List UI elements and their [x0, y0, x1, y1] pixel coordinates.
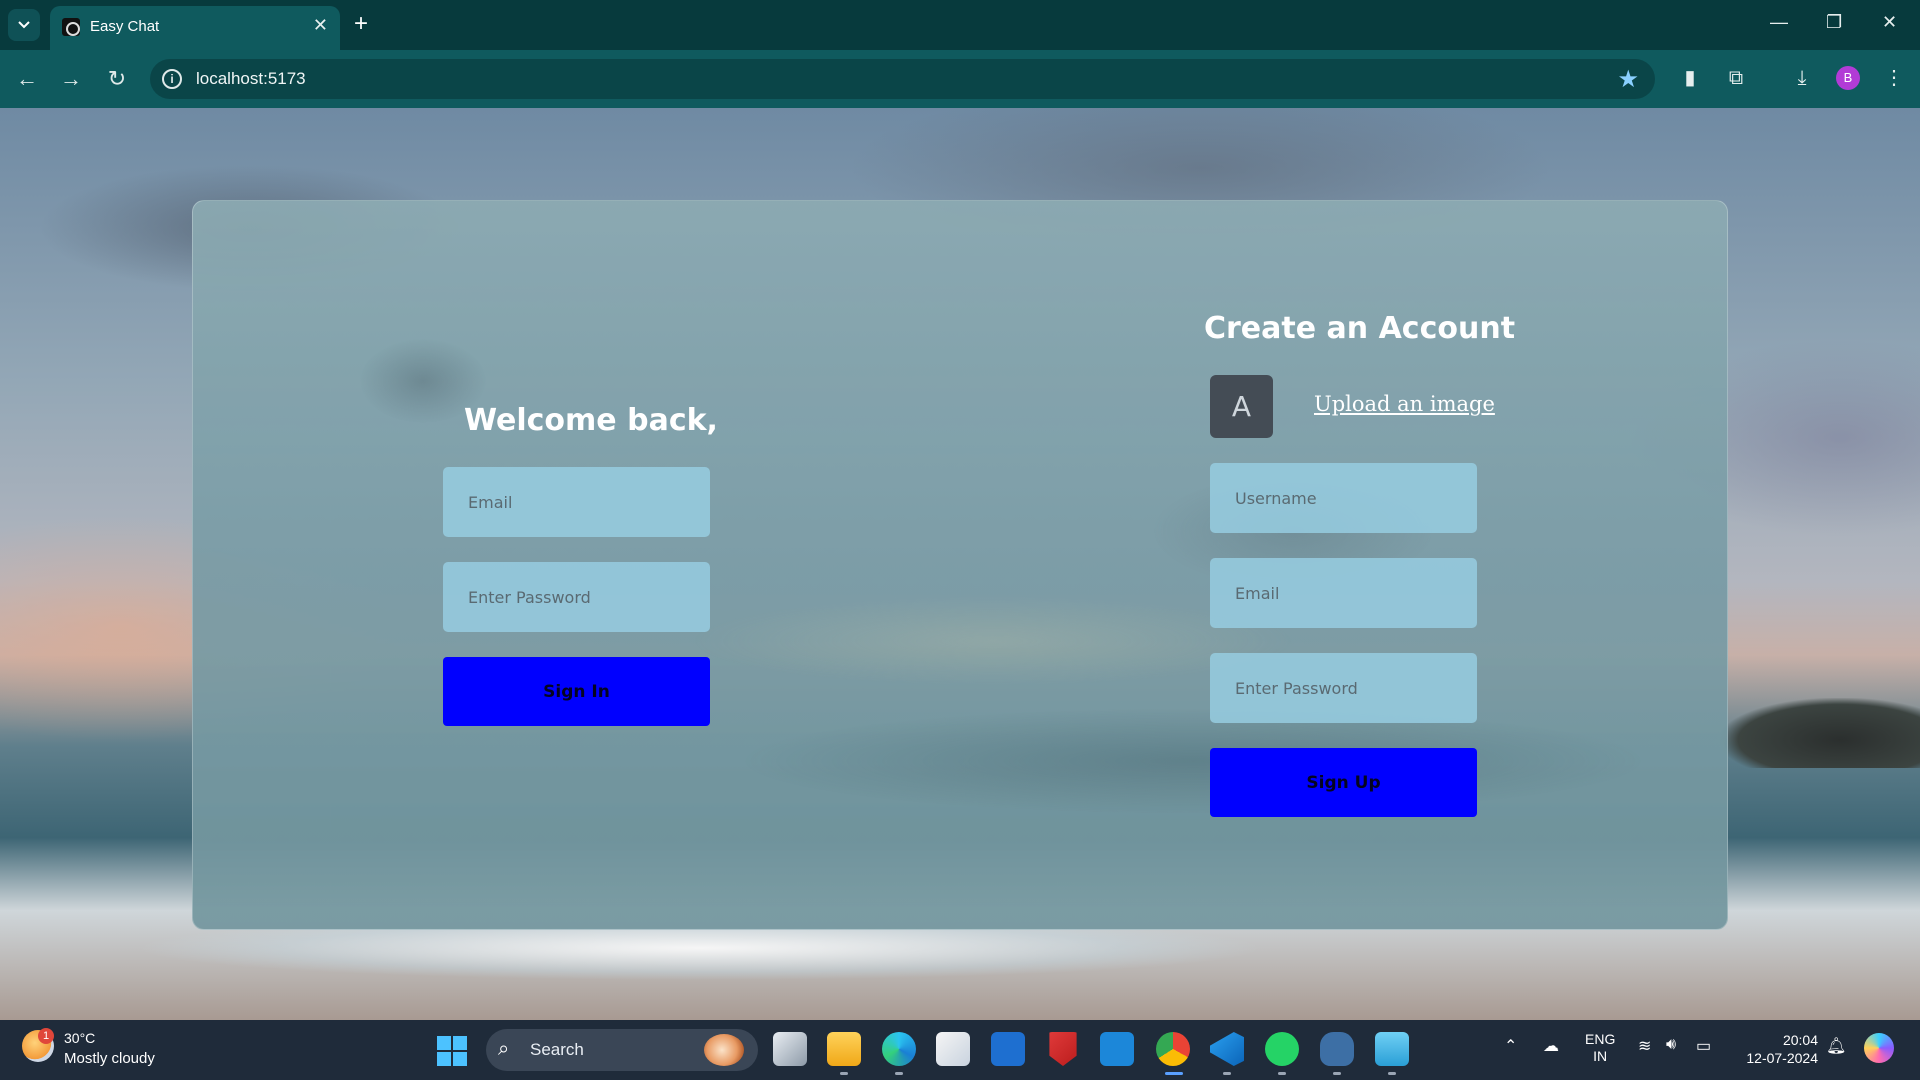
register-password-input[interactable] [1210, 653, 1477, 723]
site-favicon-icon [62, 18, 80, 36]
edge-browser-icon[interactable] [882, 1032, 916, 1066]
login-password-input[interactable] [443, 562, 710, 632]
new-tab-button[interactable]: + [354, 10, 368, 38]
system-clock[interactable]: 20:04 12-07-2024 [1738, 1031, 1818, 1067]
windows-start-icon[interactable] [437, 1036, 467, 1066]
search-highlight-shell-icon [704, 1034, 744, 1066]
postgres-indicator [1333, 1072, 1341, 1075]
show-hidden-icons-chevron-icon[interactable]: ⌃ [1504, 1036, 1517, 1056]
tab-search-button[interactable] [8, 9, 40, 41]
sign-in-button[interactable]: Sign In [443, 657, 710, 726]
reading-list-icon[interactable]: ▮ [1678, 66, 1702, 90]
url-text[interactable]: localhost:5173 [196, 69, 306, 89]
profile-avatar[interactable]: B [1836, 66, 1860, 90]
chevron-down-icon [18, 21, 30, 29]
whatsapp-icon[interactable] [1265, 1032, 1299, 1066]
windows-taskbar: 1 30°C Mostly cloudy ⌕ Search ⌃ ☁ ENG IN… [0, 1020, 1920, 1080]
file-explorer-indicator [840, 1072, 848, 1075]
background-rocks [1720, 698, 1920, 768]
sign-up-button[interactable]: Sign Up [1210, 748, 1477, 817]
battery-icon[interactable]: ▭ [1696, 1036, 1711, 1056]
window-close-icon[interactable]: ✕ [1882, 12, 1897, 33]
weather-description[interactable]: Mostly cloudy [64, 1050, 155, 1067]
menu-kebab-icon[interactable]: ⋮ [1882, 66, 1906, 90]
notification-bell-icon[interactable]: 🔔︎ [1826, 1036, 1846, 1056]
browser-toolbar: ← → ↻ i localhost:5173 ★ ▮ ⧉ ⤓ B ⋮ [0, 50, 1920, 108]
language-indicator[interactable]: ENG IN [1585, 1031, 1615, 1065]
bookmark-star-icon[interactable]: ★ [1617, 65, 1639, 94]
address-bar[interactable]: i localhost:5173 ★ [150, 59, 1655, 99]
weather-temperature[interactable]: 30°C [64, 1030, 95, 1046]
language-region: IN [1593, 1048, 1608, 1064]
copilot-icon[interactable] [1864, 1033, 1894, 1063]
upload-image-link[interactable]: Upload an image [1314, 392, 1495, 416]
register-email-input[interactable] [1210, 558, 1477, 628]
vscode-indicator [1223, 1072, 1231, 1075]
background-waves [0, 928, 1400, 1008]
clock-date: 12-07-2024 [1746, 1050, 1818, 1066]
forward-arrow-icon[interactable]: → [56, 64, 86, 94]
restore-icon[interactable]: ❐ [1826, 12, 1842, 33]
register-heading: Create an Account [1204, 311, 1516, 346]
microsoft-store-icon[interactable] [936, 1032, 970, 1066]
browser-tab-bar: Easy Chat ✕ + — ❐ ✕ [0, 0, 1920, 50]
reload-icon[interactable]: ↻ [102, 64, 132, 94]
clock-time: 20:04 [1782, 1032, 1818, 1048]
taskbar-search-box[interactable]: ⌕ Search [486, 1029, 758, 1071]
task-view-icon[interactable] [773, 1032, 807, 1066]
edge-indicator [895, 1072, 903, 1075]
notepad-indicator [1388, 1072, 1396, 1075]
file-explorer-icon[interactable] [827, 1032, 861, 1066]
taskbar-search-label: Search [530, 1040, 584, 1059]
tab-easy-chat[interactable]: Easy Chat ✕ [50, 6, 340, 50]
whatsapp-indicator [1278, 1072, 1286, 1075]
login-email-input[interactable] [443, 467, 710, 537]
site-info-icon[interactable]: i [162, 69, 182, 89]
close-tab-icon[interactable]: ✕ [313, 15, 328, 36]
postgres-icon[interactable] [1320, 1032, 1354, 1066]
chrome-browser-icon[interactable] [1156, 1032, 1190, 1066]
wifi-icon[interactable]: ≋ [1638, 1036, 1651, 1056]
auth-card: Welcome back, Sign In Create an Account … [192, 200, 1728, 930]
onedrive-cloud-icon[interactable]: ☁ [1543, 1036, 1559, 1056]
minimize-icon[interactable]: — [1770, 12, 1788, 33]
weather-badge: 1 [38, 1028, 54, 1044]
avatar-placeholder: A [1210, 375, 1273, 438]
mcafee-icon[interactable] [1049, 1032, 1077, 1066]
tab-title: Easy Chat [90, 18, 160, 35]
notepad-icon[interactable] [1375, 1032, 1409, 1066]
dell-support-icon[interactable] [1100, 1032, 1134, 1066]
chrome-active-indicator [1165, 1072, 1183, 1075]
vscode-icon[interactable] [1210, 1032, 1244, 1066]
language-code: ENG [1585, 1031, 1616, 1047]
download-icon[interactable]: ⤓ [1790, 66, 1814, 90]
extensions-icon[interactable]: ⧉ [1724, 66, 1748, 90]
login-heading: Welcome back, [464, 403, 718, 438]
dell-app-icon[interactable] [991, 1032, 1025, 1066]
search-icon: ⌕ [498, 1038, 510, 1060]
back-arrow-icon[interactable]: ← [12, 64, 42, 94]
volume-icon[interactable]: 🔊︎ [1666, 1036, 1676, 1054]
register-username-input[interactable] [1210, 463, 1477, 533]
